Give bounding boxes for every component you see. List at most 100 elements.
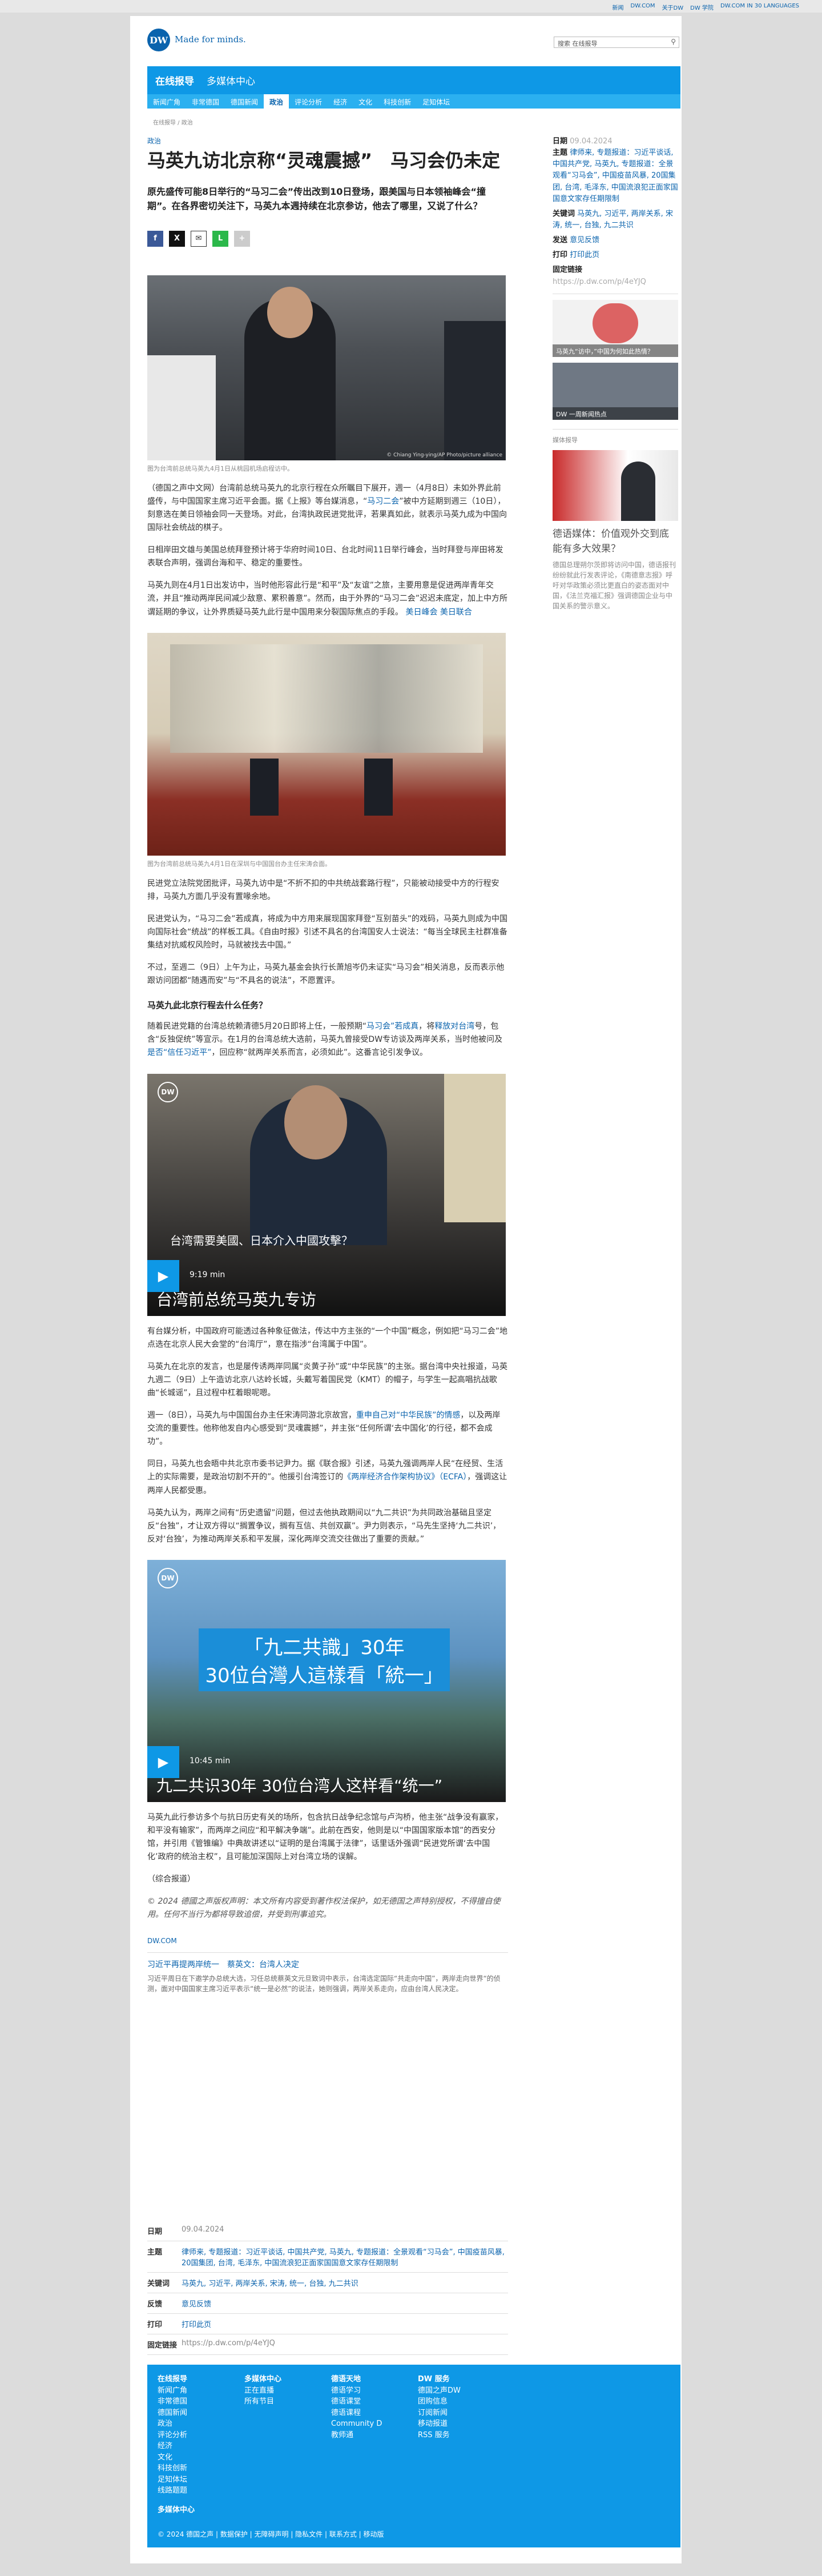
sidebar-keywords: 关键词 马英九, 习近平, 两岸关系, 宋涛, 统一, 台独, 九二共识 <box>553 209 673 230</box>
footer-link[interactable]: 德国之声DW <box>418 2385 461 2397</box>
footer-link[interactable]: 科技创新 <box>158 2463 195 2474</box>
top-link-languages[interactable]: DW.COM IN 30 LANGUAGES <box>720 3 799 11</box>
sidebar-image-1[interactable]: 马英九“访中，”中国为何如此热情？ <box>553 299 678 357</box>
top-link-dwcom[interactable]: DW.COM <box>630 3 655 11</box>
footer-col-services: DW 服务 德国之声DW 团购信息 订阅新闻 移动报道 RSS 服务 <box>418 2374 461 2441</box>
meta-feedback[interactable]: 反馈 意见反馈 <box>147 2293 508 2314</box>
inline-link[interactable]: 美日峰会 <box>405 608 437 617</box>
dw-logo[interactable]: DW <box>147 29 170 51</box>
subnav-item[interactable]: 科技创新 <box>378 94 417 109</box>
article-photo-2 <box>147 632 506 856</box>
article-paragraph: 民进党认为，“马习二会”若成真，将成为中方用来展现国家拜登“互别苗头”的戏码，马… <box>147 914 508 950</box>
video-title[interactable]: 台湾前总统马英九专访 <box>156 1287 316 1310</box>
photo-person-right <box>364 758 393 816</box>
inline-link[interactable]: 马习二会 <box>367 497 399 506</box>
footer-link[interactable]: 足知体坛 <box>158 2474 195 2486</box>
dwcom-label[interactable]: DW.COM <box>147 1936 508 1947</box>
footer-link[interactable]: 教师通 <box>331 2430 382 2441</box>
sidebar-send[interactable]: 发送 意见反馈 <box>553 235 678 246</box>
footer-link[interactable]: 政治 <box>158 2418 195 2430</box>
subnav-item[interactable]: 非常德国 <box>186 94 225 109</box>
sidebar-print[interactable]: 打印 打印此页 <box>553 250 678 261</box>
footer-col-online: 在线报导 新闻广角 非常德国 德国新闻 政治 评论分析 经济 文化 科技创新 足… <box>158 2375 195 2514</box>
inline-link[interactable]: 重申自己对“中华民族”的情感 <box>356 1411 461 1420</box>
footer-link[interactable]: 团购信息 <box>418 2396 461 2408</box>
line-icon[interactable]: L <box>212 230 228 247</box>
inline-link[interactable]: 释放对台湾 <box>434 1022 474 1031</box>
related-text: 习近平周日在下邀学办总统大选，习任总统蔡英文元旦致词中表示，台湾选定国际“共走向… <box>147 1975 501 1993</box>
photo-mural <box>170 644 483 753</box>
sidebar-related-label: 媒体报导 <box>553 436 578 444</box>
article-paragraph: 随着民进党籍的台湾总统赖清德5月20日即将上任，一般预期“马习会”若成真，将释放… <box>147 1022 503 1058</box>
video-calligraphy <box>444 1073 506 1222</box>
meta-print[interactable]: 打印 打印此页 <box>147 2314 508 2334</box>
nav-media[interactable]: 多媒体中心 <box>207 73 255 87</box>
footer-link[interactable]: 评论分析 <box>158 2430 195 2441</box>
video-face <box>284 1085 347 1159</box>
footer-link[interactable]: 所有节目 <box>244 2396 281 2408</box>
breadcrumb[interactable]: 在线报导 / 政治 <box>153 118 193 126</box>
facebook-icon[interactable]: f <box>147 230 163 247</box>
video-player-2[interactable]: DW 「九二共識」30年 30位台灣人這樣看「統一」 ▶ 10:45 min 九… <box>147 1559 506 1802</box>
meta-permalink[interactable]: 固定链接 https://p.dw.com/p/4eYJQ <box>147 2334 508 2355</box>
top-utility-bar: 新闻 DW.COM 关于DW DW 学院 DW.COM IN 30 LANGUA… <box>0 0 822 13</box>
nav-online[interactable]: 在线报导 <box>155 73 194 87</box>
sidebar-permalink[interactable]: 固定链接 https://p.dw.com/p/4eYJQ <box>553 264 678 287</box>
footer-link[interactable]: 经济 <box>158 2441 195 2452</box>
photo-face <box>267 286 313 338</box>
inline-link[interactable]: 美日联合 <box>440 608 472 617</box>
video-banner-line2: 30位台灣人這樣看「統一」 <box>205 1664 444 1687</box>
footer-link[interactable]: 新闻广角 <box>158 2385 195 2397</box>
article-category[interactable]: 政治 <box>147 136 508 146</box>
more-share-icon[interactable]: + <box>234 230 250 247</box>
article-paragraph: 有台媒分析，中国政府可能透过各种象征做法，传达中方主张的“一个中国”概念，例如把… <box>147 1326 508 1349</box>
subnav-item[interactable]: 评论分析 <box>289 94 328 109</box>
footer-link[interactable]: 非常德国 <box>158 2396 195 2408</box>
footer-link[interactable]: 正在直播 <box>244 2385 281 2397</box>
inline-link[interactable]: 《两岸经济合作架构协议》（ECFA） <box>343 1472 467 1482</box>
footer-link[interactable]: 德语学习 <box>331 2385 382 2397</box>
site-header: DW Made for minds. 搜索 在线报导 ⚲ <box>130 16 682 66</box>
top-link-academy[interactable]: DW 学院 <box>690 3 714 11</box>
inline-link[interactable]: 是否“信任习近平” <box>147 1048 212 1057</box>
footer-link[interactable]: 德语课程 <box>331 2408 382 2419</box>
search-input[interactable]: 搜索 在线报导 ⚲ <box>554 37 679 48</box>
article-paragraph: 马英九在北京的发言，也是屡传诱两岸同属“炎黄子孙”或“中华民族”的主张。据台湾中… <box>147 1362 508 1398</box>
subnav-item[interactable]: 新闻广角 <box>147 94 186 109</box>
footer-link[interactable]: RSS 服务 <box>418 2430 461 2441</box>
sidebar-image-2[interactable]: DW 一周新闻热点 <box>553 362 678 420</box>
footer-link[interactable]: 订阅新闻 <box>418 2408 461 2419</box>
video-duration: 9:19 min <box>190 1270 225 1279</box>
subnav-item[interactable]: 德国新闻 <box>225 94 264 109</box>
source-note: （综合报道） <box>147 1875 195 1884</box>
article-photo-1: © Chiang Ying-ying/AP Photo/picture alli… <box>147 275 506 460</box>
sidebar-story-title[interactable]: 德语媒体：价值观外交到底能有多大效果？ <box>553 527 678 557</box>
mail-icon[interactable]: ✉ <box>191 230 207 247</box>
subnav-item[interactable]: 文化 <box>353 94 378 109</box>
photo-person-white <box>147 355 216 460</box>
footer-col-german: 德语天地 德语学习 德语课堂 德语课程 Community D 教师通 <box>331 2374 382 2441</box>
inline-link[interactable]: 马习会”若成真 <box>366 1022 418 1031</box>
footer-link[interactable]: 文化 <box>158 2452 195 2463</box>
subnav-item-active[interactable]: 政治 <box>264 94 289 109</box>
x-icon[interactable]: X <box>169 230 185 247</box>
footer-link[interactable]: 移动报道 <box>418 2418 461 2430</box>
footer-link[interactable]: 线路题题 <box>158 2485 195 2497</box>
sidebar-story-image[interactable] <box>553 450 678 521</box>
top-link-news[interactable]: 新闻 <box>612 3 623 11</box>
footer-copyright[interactable]: © 2024 德国之声 | 数据保护 | 无障碍声明 | 隐私文件 | 联系方式… <box>158 2529 384 2539</box>
footer-link[interactable]: Community D <box>331 2418 382 2430</box>
related-title[interactable]: 习近平再提两岸统一 蔡英文：台湾人决定 <box>147 1959 508 1970</box>
search-icon[interactable]: ⚲ <box>671 38 676 46</box>
article-paragraph: 民进党立法院党团批评，马英九访中是“不折不扣的中共统战套路行程”，只能被动接受中… <box>147 878 499 901</box>
related-article[interactable]: 习近平再提两岸统一 蔡英文：台湾人决定 习近平周日在下邀学办总统大选，习任总统蔡… <box>147 1952 508 1994</box>
subnav-item[interactable]: 经济 <box>328 94 353 109</box>
sidebar-image-caption: 马英九“访中，”中国为何如此热情？ <box>553 344 678 357</box>
video-player-1[interactable]: DW 台湾需要美國、日本介入中國攻擊？ ▶ 9:19 min 台湾前总统马英九专… <box>147 1073 506 1316</box>
subnav-item[interactable]: 足知体坛 <box>417 94 456 109</box>
top-link-about[interactable]: 关于DW <box>662 3 684 11</box>
footer-link[interactable]: 德国新闻 <box>158 2408 195 2419</box>
footer-link[interactable]: 德语课堂 <box>331 2396 382 2408</box>
meta-topics: 主题 律师来, 专题报道：习近平谈话, 中国共产党, 马英九, 专题报道：全景观看… <box>147 2241 508 2273</box>
video-title[interactable]: 九二共识30年 30位台湾人这样看“统一” <box>156 1773 442 1796</box>
